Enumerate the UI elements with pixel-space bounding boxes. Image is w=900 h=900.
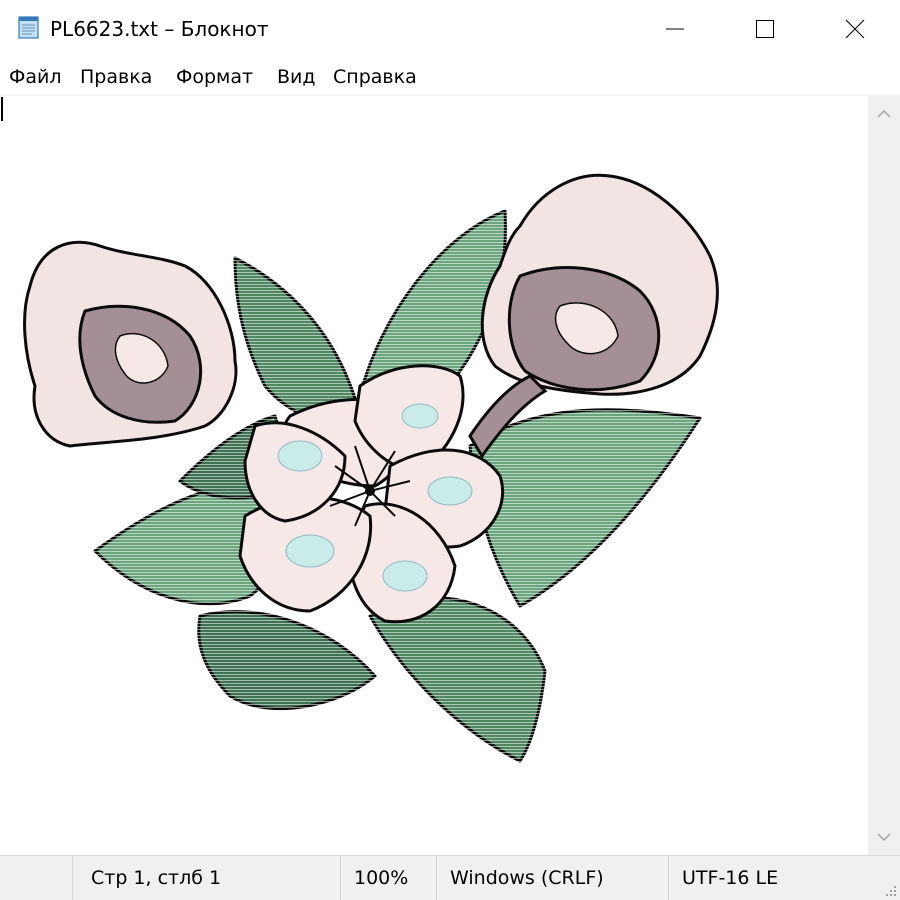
status-encoding: UTF-16 LE (668, 856, 868, 900)
window-title: PL6623.txt – Блокнот (50, 17, 269, 41)
close-icon (845, 19, 865, 39)
minimize-button[interactable] (630, 0, 720, 58)
menu-view[interactable]: Вид (277, 66, 316, 88)
close-button[interactable] (810, 0, 900, 58)
flower-text-art (23, 173, 720, 776)
vertical-scrollbar[interactable] (868, 96, 900, 855)
menu-file[interactable]: Файл (9, 66, 62, 88)
scroll-down-button[interactable] (868, 819, 900, 855)
status-zoom: 100% (340, 856, 436, 900)
minimize-icon (666, 28, 684, 30)
notepad-icon (18, 16, 39, 39)
chevron-up-icon (877, 110, 891, 118)
menu-edit[interactable]: Правка (80, 66, 152, 88)
chevron-down-icon (877, 833, 891, 841)
scroll-up-button[interactable] (868, 96, 900, 132)
menu-help[interactable]: Справка (333, 66, 417, 88)
status-line-ending: Windows (CRLF) (436, 856, 668, 900)
resize-grip-icon[interactable] (883, 883, 897, 897)
menu-format[interactable]: Формат (176, 66, 253, 88)
status-cursor-position: Стр 1, стлб 1 (72, 856, 340, 900)
maximize-icon (756, 20, 774, 38)
status-bar: Стр 1, стлб 1 100% Windows (CRLF) UTF-16… (0, 855, 900, 900)
maximize-button[interactable] (720, 0, 810, 58)
text-editor[interactable] (0, 96, 868, 855)
title-bar[interactable]: PL6623.txt – Блокнот (0, 0, 900, 58)
menu-bar: Файл Правка Формат Вид Справка (0, 58, 900, 96)
